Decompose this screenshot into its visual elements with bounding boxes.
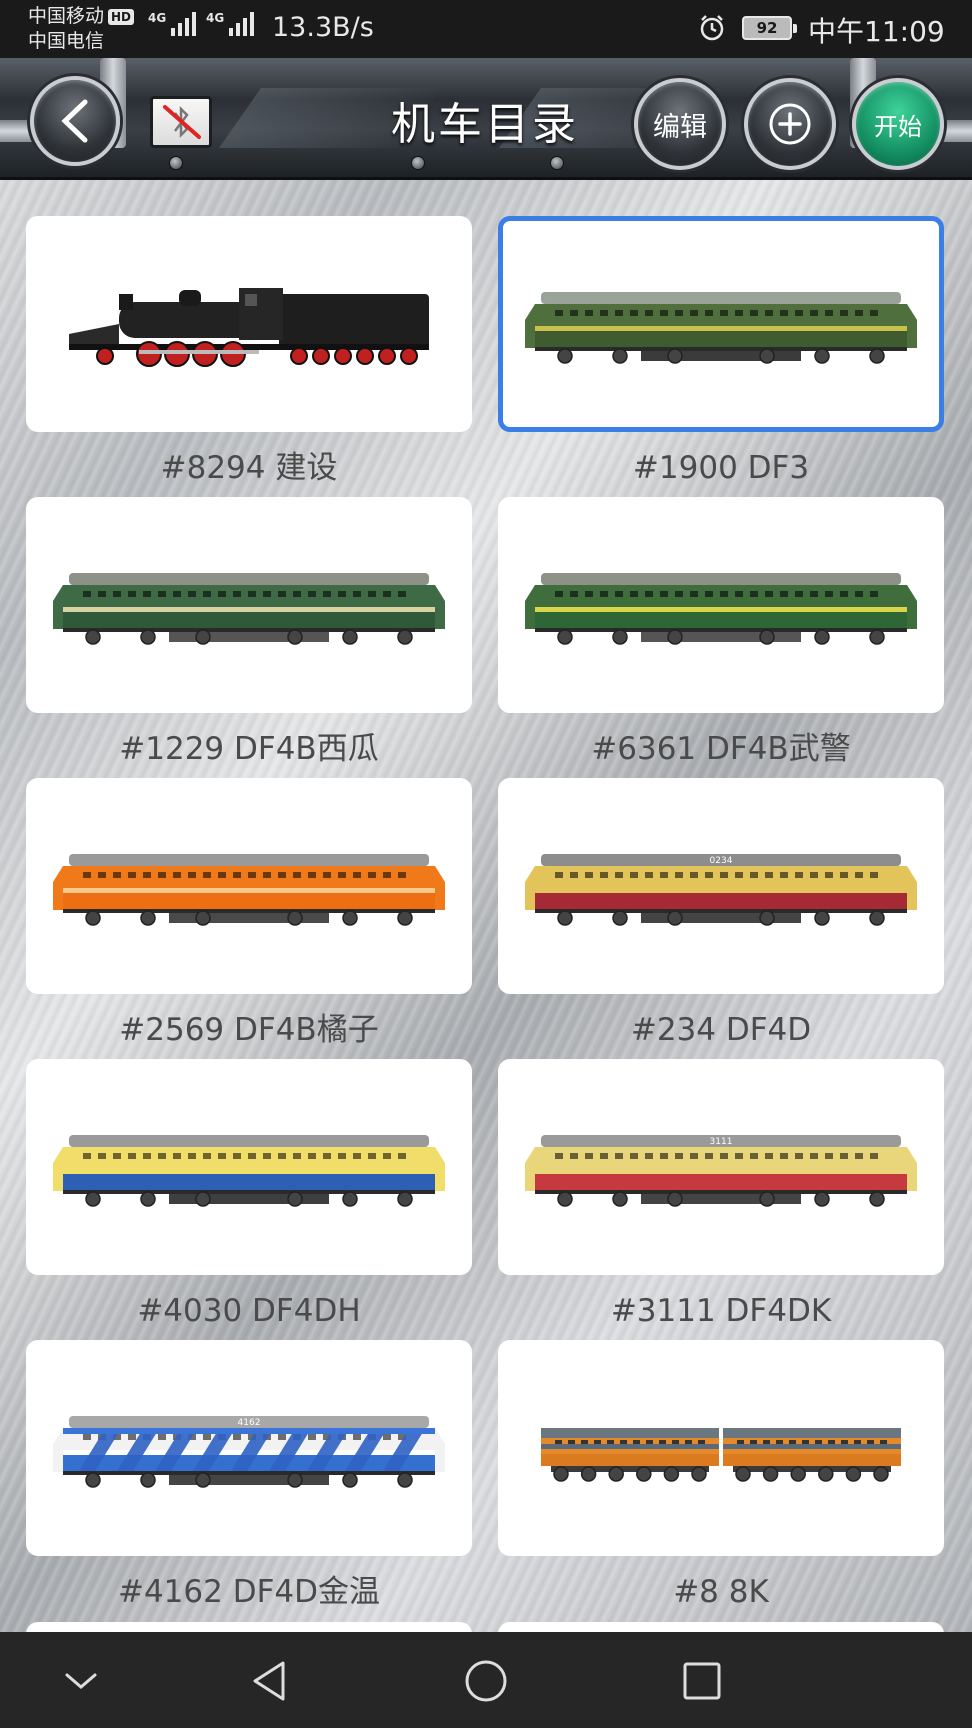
locomotive-card[interactable]: #8294 建设	[26, 216, 472, 497]
locomotive-card[interactable]: #2569 DF4B橘子	[26, 778, 472, 1059]
locomotive-image	[53, 1135, 445, 1207]
locomotive-thumbnail[interactable]	[26, 778, 472, 994]
locomotive-name: #4030 DF4DH	[137, 1293, 361, 1329]
start-button[interactable]: 开始	[852, 78, 944, 170]
signal-icon: 4G	[206, 12, 255, 36]
locomotive-thumbnail[interactable]	[26, 1059, 472, 1275]
alarm-clock-icon	[700, 15, 724, 41]
locomotive-card[interactable]: #1229 DF4B西瓜	[26, 497, 472, 778]
hide-nav-button[interactable]	[56, 1656, 106, 1706]
locomotive-card[interactable]: 3111 #3111 DF4DK	[498, 1059, 944, 1340]
locomotive-card[interactable]: #6361 DF4B武警	[498, 497, 944, 778]
signal-icon: 4G	[148, 12, 197, 36]
edit-button[interactable]: 编辑	[634, 78, 726, 170]
locomotive-thumbnail[interactable]	[26, 216, 472, 432]
locomotive-image: 4162	[53, 1416, 445, 1488]
locomotive-thumbnail[interactable]	[498, 497, 944, 713]
locomotive-image	[53, 854, 445, 926]
chevron-left-icon	[61, 99, 88, 143]
bluetooth-toggle-button[interactable]	[150, 96, 212, 148]
square-recents-icon	[683, 1662, 721, 1700]
locomotive-name: #1900 DF3	[632, 450, 810, 486]
locomotive-card[interactable]: 4162 #4162 DF4D金温	[26, 1340, 472, 1621]
locomotive-card-partial[interactable]	[26, 1622, 472, 1632]
status-bar: 中国移动 HD 中国电信 4G 4G 13.3B/s 92 中午11:09	[0, 0, 972, 58]
triangle-back-icon	[253, 1661, 285, 1701]
nav-back-button[interactable]	[244, 1656, 294, 1706]
locomotive-name: #234 DF4D	[630, 1012, 812, 1048]
locomotive-card[interactable]: #1900 DF3	[498, 216, 944, 497]
system-navigation-bar	[0, 1632, 972, 1728]
locomotive-thumbnail[interactable]	[26, 497, 472, 713]
locomotive-image	[525, 292, 917, 364]
locomotive-card[interactable]: 0234 #234 DF4D	[498, 778, 944, 1059]
circle-home-icon	[465, 1660, 507, 1702]
rivet-decoration	[169, 156, 183, 170]
carrier-info: 中国移动 HD 中国电信	[28, 4, 135, 54]
svg-text:4162: 4162	[238, 1418, 261, 1428]
locomotive-image	[53, 573, 445, 645]
nav-home-button[interactable]	[461, 1656, 511, 1706]
rivet-decoration	[411, 156, 425, 170]
chevron-down-icon	[65, 1673, 97, 1689]
locomotive-thumbnail[interactable]: 3111	[498, 1059, 944, 1275]
locomotive-catalog: #8294 建设 #1900 DF3 #1229 DF4B西瓜 #6361 DF…	[0, 180, 972, 1632]
locomotive-name: #8294 建设	[160, 450, 338, 486]
locomotive-card[interactable]: #4030 DF4DH	[26, 1059, 472, 1340]
locomotive-thumbnail[interactable]: 0234	[498, 778, 944, 994]
locomotive-card[interactable]: #8 8K	[498, 1340, 944, 1621]
nav-recents-button[interactable]	[677, 1656, 727, 1706]
locomotive-thumbnail[interactable]	[498, 1340, 944, 1556]
add-button[interactable]	[744, 78, 836, 170]
locomotive-name: #2569 DF4B橘子	[119, 1012, 379, 1048]
rivet-decoration	[550, 156, 564, 170]
locomotive-thumbnail[interactable]: 4162	[26, 1340, 472, 1556]
locomotive-grid: #8294 建设 #1900 DF3 #1229 DF4B西瓜 #6361 DF…	[26, 216, 946, 1621]
page-title: 机车目录	[391, 99, 579, 150]
locomotive-image: 0234	[525, 854, 917, 926]
app-header: 机车目录 编辑 开始	[0, 58, 972, 180]
clock: 中午11:09	[808, 15, 945, 48]
locomotive-name: #6361 DF4B武警	[591, 731, 851, 767]
carrier-1-name: 中国移动	[28, 5, 105, 27]
plus-icon	[769, 103, 811, 145]
locomotive-card-partial[interactable]	[498, 1622, 944, 1632]
network-speed: 13.3B/s	[272, 12, 374, 43]
locomotive-image	[69, 288, 429, 367]
locomotive-image: 3111	[525, 1135, 917, 1207]
locomotive-image	[541, 1428, 901, 1482]
locomotive-name: #1229 DF4B西瓜	[119, 731, 379, 767]
locomotive-image	[525, 573, 917, 645]
locomotive-name: #4162 DF4D金温	[117, 1574, 381, 1610]
locomotive-thumbnail[interactable]	[498, 216, 944, 432]
carrier-2-name: 中国电信	[28, 30, 105, 52]
svg-text:0234: 0234	[710, 856, 733, 866]
locomotive-name: #3111 DF4DK	[610, 1293, 832, 1329]
svg-text:3111: 3111	[710, 1137, 733, 1147]
back-button[interactable]	[30, 76, 120, 166]
locomotive-name: #8 8K	[673, 1574, 769, 1610]
bluetooth-off-icon	[163, 105, 201, 139]
battery-icon: 92	[742, 16, 797, 40]
hd-badge: HD	[108, 8, 135, 25]
